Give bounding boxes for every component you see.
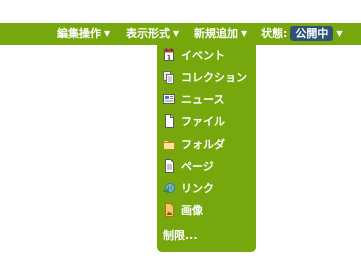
image-icon — [163, 203, 175, 217]
menu-item-collection[interactable]: コレクション — [163, 68, 247, 88]
menu-item-page[interactable]: ページ — [163, 157, 214, 177]
state-label: 状態: — [261, 27, 288, 40]
display-view-label: 表示形式 — [126, 27, 170, 40]
state-arrow-icon: ▼ — [336, 29, 343, 38]
content-actions-bar: 編集操作 ▼ 表示形式 ▼ 新規追加 ▼ 状態: 公開中 ▼ — [0, 23, 361, 45]
menu-item-link-label: リンク — [181, 182, 214, 195]
menu-item-news-label: ニュース — [181, 93, 225, 106]
menu-item-folder[interactable]: フォルダ — [163, 135, 225, 155]
menu-item-image-label: 画像 — [181, 204, 203, 217]
menu-item-file-label: ファイル — [181, 115, 225, 128]
add-new-menu[interactable]: 新規追加 ▼ — [194, 23, 247, 45]
link-icon — [163, 181, 175, 195]
add-new-label: 新規追加 — [194, 27, 238, 40]
folder-icon — [163, 137, 175, 151]
display-view-arrow-icon: ▼ — [173, 29, 180, 38]
menu-item-image[interactable]: 画像 — [163, 201, 203, 221]
status-badge: 公開中 — [290, 26, 334, 41]
menu-item-link[interactable]: リンク — [163, 179, 214, 199]
state-menu[interactable]: 状態: 公開中 ▼ — [261, 23, 343, 45]
menu-item-news[interactable]: ニュース — [163, 90, 224, 110]
restrictions-link[interactable]: 制限... — [163, 226, 198, 246]
edit-actions-label: 編集操作 — [57, 27, 101, 40]
page: 編集操作 ▼ 表示形式 ▼ 新規追加 ▼ 状態: 公開中 ▼ 1 イベント コレ… — [0, 0, 361, 263]
edit-actions-menu[interactable]: 編集操作 ▼ — [57, 23, 110, 45]
edit-actions-arrow-icon: ▼ — [104, 29, 111, 38]
menu-item-collection-label: コレクション — [181, 71, 247, 84]
add-new-dropdown: 1 イベント コレクション ニュース ファイル フォルダ ページ リンク 画像 … — [157, 45, 256, 252]
menu-item-page-label: ページ — [181, 160, 214, 173]
display-view-menu[interactable]: 表示形式 ▼ — [126, 23, 179, 45]
collection-icon — [163, 70, 175, 84]
menu-item-folder-label: フォルダ — [181, 138, 225, 151]
menu-item-file[interactable]: ファイル — [163, 112, 225, 132]
add-new-arrow-icon: ▼ — [241, 29, 248, 38]
calendar-icon: 1 — [163, 48, 175, 62]
svg-text:1: 1 — [167, 55, 171, 62]
news-icon — [163, 92, 175, 106]
menu-item-event[interactable]: 1 イベント — [163, 46, 225, 66]
page-icon — [163, 159, 175, 173]
file-icon — [163, 114, 175, 128]
restrictions-label: 制限... — [163, 229, 198, 242]
menu-item-event-label: イベント — [181, 49, 225, 62]
